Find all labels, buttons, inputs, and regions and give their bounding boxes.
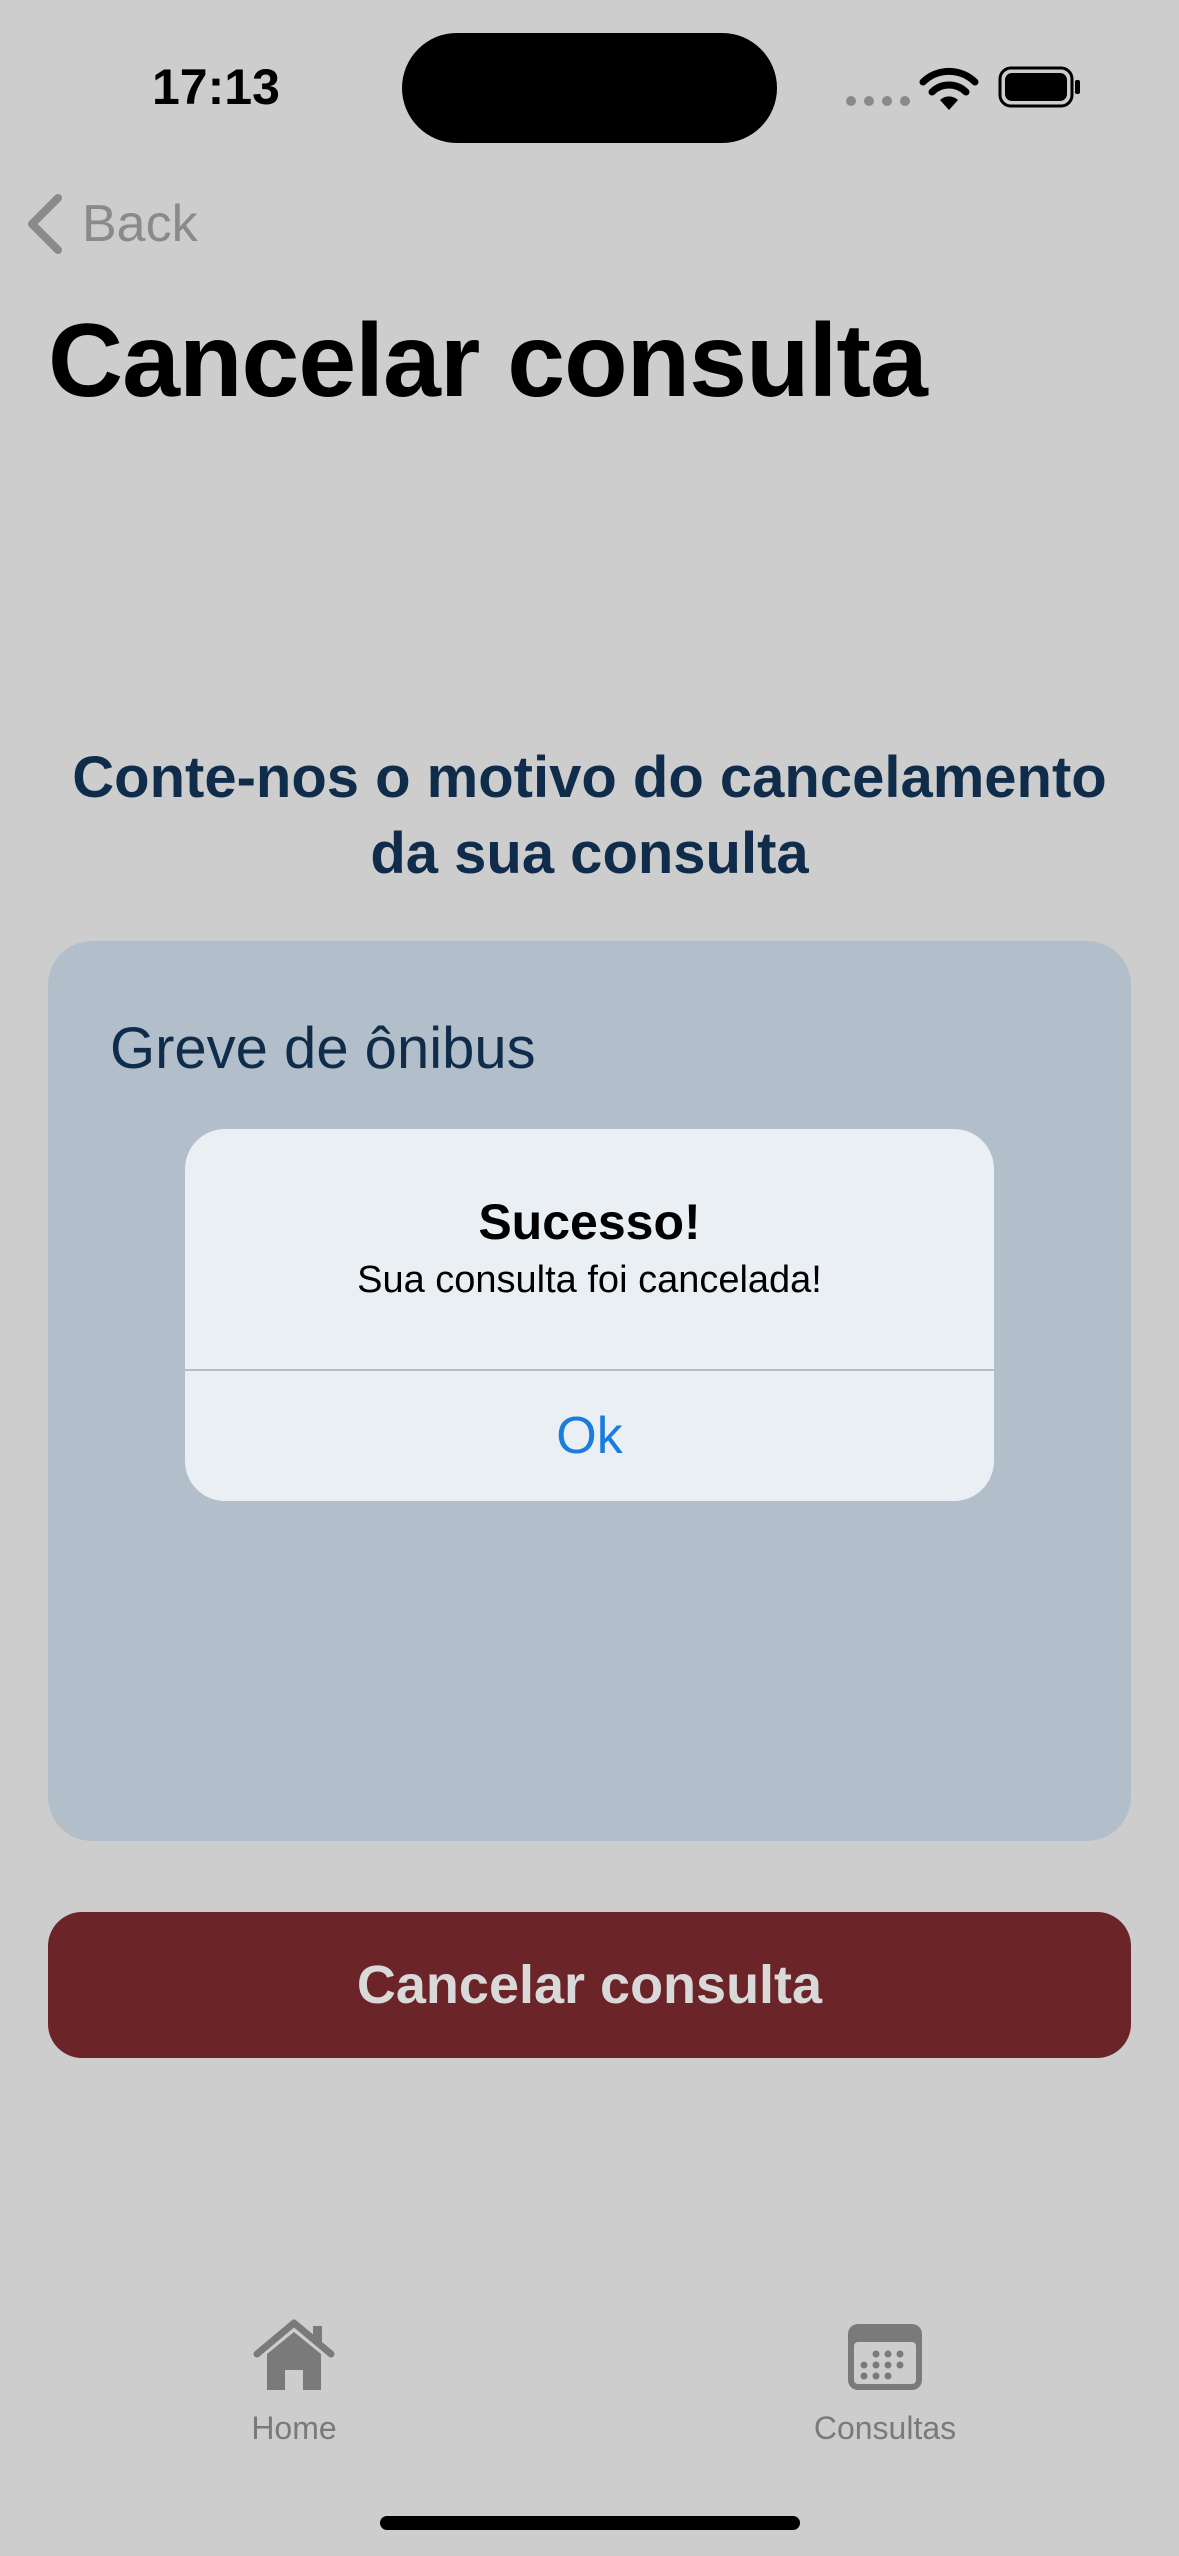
cancellation-prompt: Conte-nos o motivo do cancelamento da su… <box>72 745 1107 886</box>
alert-message: Sua consulta foi cancelada! <box>357 1259 822 1301</box>
reason-text-value: Greve de ônibus <box>110 1016 536 1081</box>
cellular-signal-icon <box>846 96 910 106</box>
back-label: Back <box>82 195 198 253</box>
home-indicator <box>380 2516 800 2530</box>
tab-consultas[interactable]: Consultas <box>790 2318 980 2447</box>
alert-title: Sucesso! <box>478 1194 701 1250</box>
battery-icon <box>998 66 1080 108</box>
back-button[interactable]: Back <box>24 192 198 256</box>
page-title: Cancelar consulta <box>48 303 928 419</box>
tab-home-label: Home <box>251 2410 337 2446</box>
calendar-icon <box>848 2324 922 2390</box>
cancel-appointment-button[interactable]: Cancelar consulta <box>48 1912 1131 2058</box>
chevron-left-icon <box>28 194 62 254</box>
tab-home[interactable]: Home <box>214 2318 374 2447</box>
tab-consultas-label: Consultas <box>813 2410 957 2446</box>
success-alert: Sucesso! Sua consulta foi cancelada! Ok <box>185 1129 994 1501</box>
alert-ok-button[interactable]: Ok <box>185 1371 994 1501</box>
house-icon <box>253 2319 335 2390</box>
status-time: 17:13 <box>152 59 280 115</box>
dynamic-island <box>402 33 777 143</box>
wifi-icon <box>919 67 979 110</box>
